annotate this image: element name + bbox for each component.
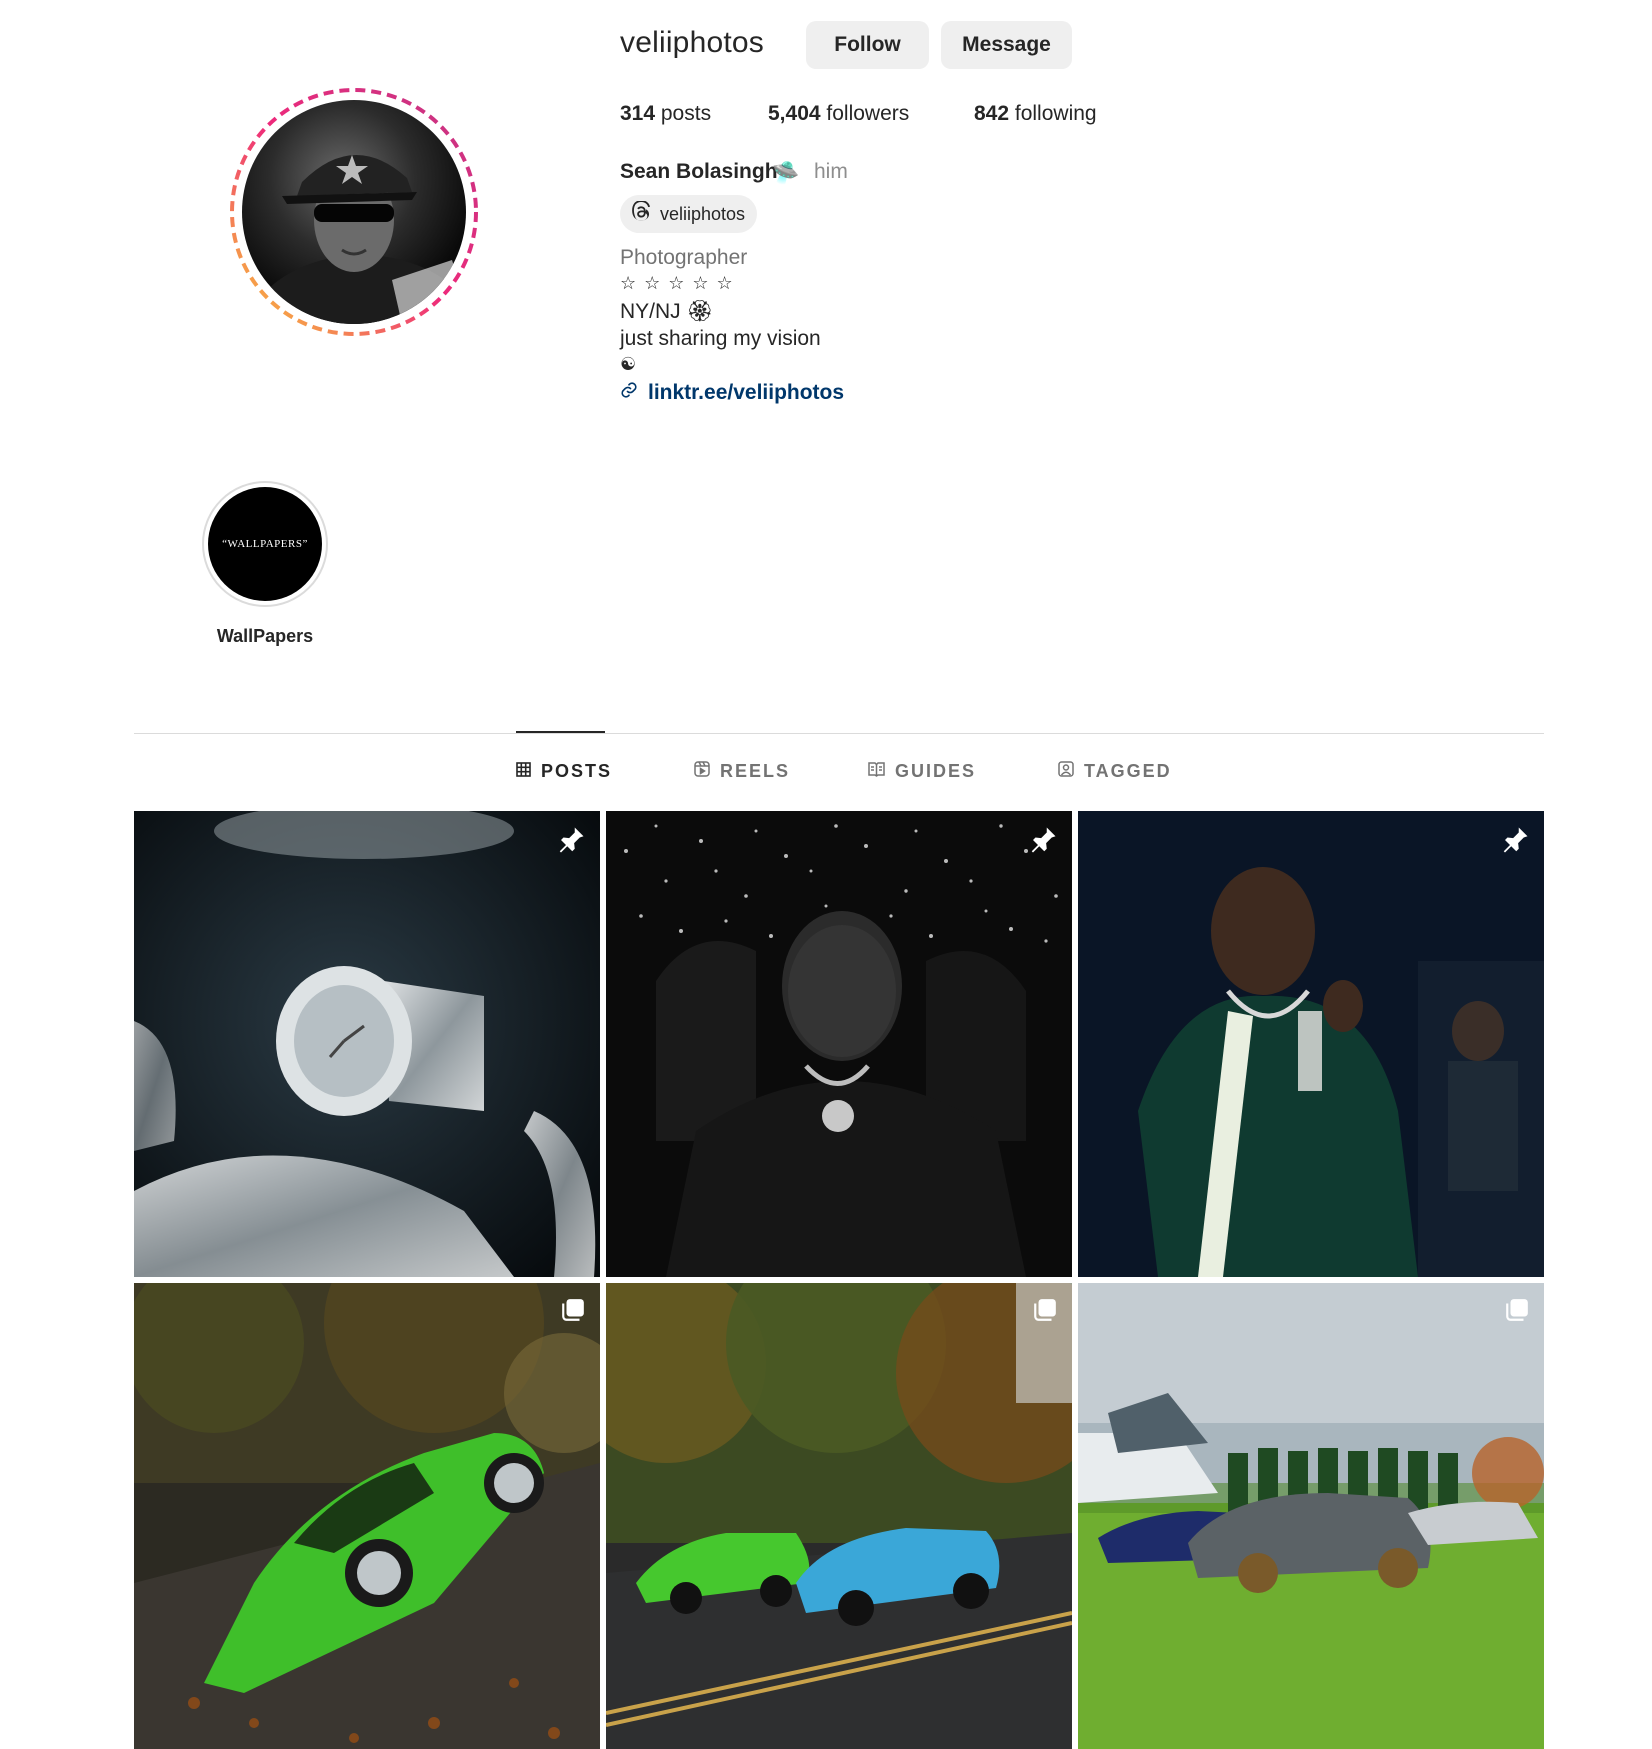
avatar-photo [242,100,466,324]
profile-full-name: Sean Bolasingh [620,160,778,183]
post-image-watch [134,811,600,1277]
highlight-label: WallPapers [216,626,314,646]
ufo-emoji: 🛸 [772,160,800,185]
tab-reels[interactable]: REELS [694,761,790,782]
bio-symbol: ☯ [620,354,637,374]
profile-pronoun: him [814,160,848,183]
post-tile[interactable] [1078,1283,1544,1749]
post-tile[interactable] [134,811,600,1277]
post-tile[interactable] [134,1283,600,1749]
tab-guides[interactable]: GUIDES [868,761,976,782]
profile-username: veliiphotos [620,26,764,59]
post-image-portrait [1078,811,1544,1277]
post-tile[interactable] [1078,811,1544,1277]
carousel-icon [560,1297,586,1328]
follow-button[interactable]: Follow [806,21,929,69]
tab-tagged[interactable]: TAGGED [1058,761,1172,782]
threads-handle: veliiphotos [660,203,746,224]
post-tile[interactable] [606,1283,1072,1749]
bio-stars: ☆☆☆☆☆ [620,273,741,293]
message-button[interactable]: Message [941,21,1072,69]
link-text: linktr.ee/veliiphotos [648,381,845,404]
link-icon [620,381,638,405]
pin-icon [1500,825,1530,860]
post-image-green-porsche [134,1283,600,1749]
post-image-porsches-lawn [1078,1283,1544,1749]
reels-icon [694,761,710,782]
bio-location: NY/NJ 🏵 [620,300,714,323]
profile-avatar[interactable] [228,86,480,338]
active-tab-indicator [516,731,605,733]
grid-icon [516,761,531,782]
followers-link[interactable]: 5,404 followers [768,102,909,126]
threads-badge[interactable]: veliiphotos [620,195,758,233]
post-image-lamborghinis [606,1283,1072,1749]
guides-icon [868,761,885,782]
carousel-icon [1032,1297,1058,1328]
highlight-wallpapers[interactable]: “WALLPAPERS” [202,481,328,607]
post-tile[interactable] [606,811,1072,1277]
post-image-masked-man [606,811,1072,1277]
tabs-divider [134,733,1544,734]
highlight-cover: “WALLPAPERS” [208,487,322,601]
bio-text: just sharing my vision [620,327,821,350]
tagged-icon [1058,761,1074,782]
threads-icon [630,199,652,228]
following-link[interactable]: 842 following [974,102,1097,126]
pin-icon [1028,825,1058,860]
carousel-icon [1504,1297,1530,1328]
posts-count: 314 posts [620,102,712,125]
tab-posts[interactable]: POSTS [516,761,612,782]
bio-external-link[interactable]: linktr.ee/veliiphotos [620,381,844,405]
bio-category: Photographer [620,246,748,269]
pin-icon [556,825,586,860]
